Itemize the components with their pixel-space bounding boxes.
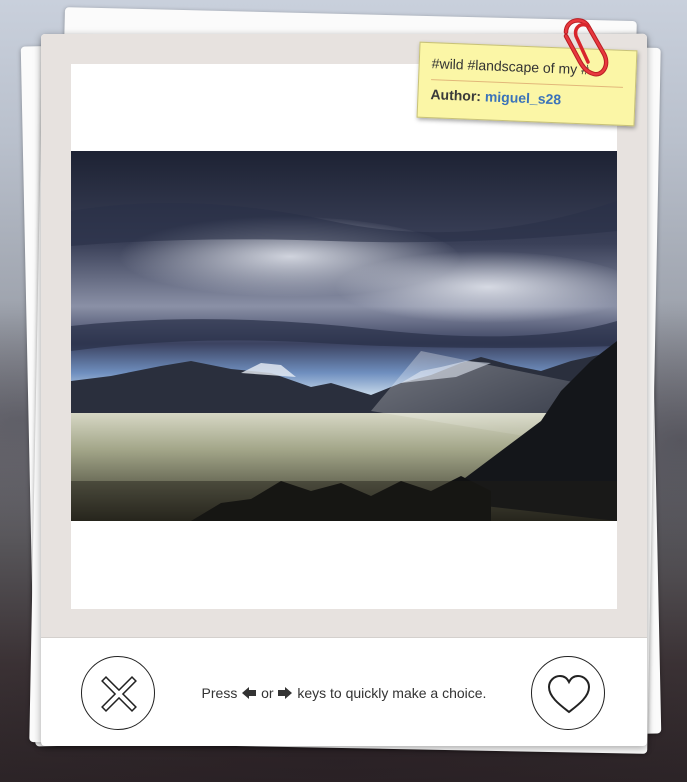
right-arrow-icon — [278, 687, 293, 699]
like-button[interactable] — [531, 656, 605, 730]
action-bar: Press or keys to quickly make a choice. — [41, 638, 647, 746]
photo-mat — [41, 34, 647, 638]
author-label: Author: — [430, 86, 482, 105]
landscape-photo — [71, 151, 617, 521]
left-arrow-icon — [242, 687, 257, 699]
paperclip-icon — [563, 18, 609, 77]
heart-icon — [547, 674, 591, 714]
polaroid-card: Press or keys to quickly make a choice. — [41, 34, 647, 746]
author-link[interactable]: miguel_s28 — [485, 88, 562, 107]
photo-frame — [71, 64, 617, 609]
hint-or-text: or — [261, 685, 274, 701]
hint-rest-text: keys to quickly make a choice. — [297, 685, 487, 701]
hint-press-text: Press — [201, 685, 238, 701]
